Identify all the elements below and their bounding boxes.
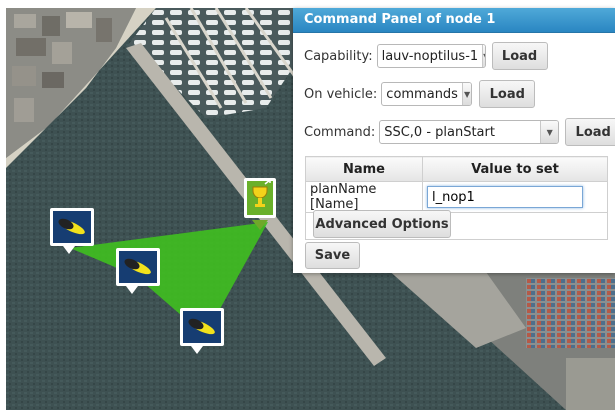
vehicle-load-button[interactable]: Load [479, 80, 536, 108]
vehicle-label: On vehicle: [304, 86, 378, 102]
port-buildings [566, 358, 615, 410]
command-load-button[interactable]: Load [565, 118, 615, 146]
chevron-down-icon[interactable]: ▼ [482, 45, 485, 67]
capability-value: lauv-noptilus-1 [381, 48, 479, 64]
vehicle-row: On vehicle: commands ▼ Load [304, 80, 536, 108]
command-panel: Command Panel of node 1 Capability: lauv… [293, 8, 615, 273]
table-header-row: Name Value to set [305, 156, 608, 182]
advanced-options-container: Advanced Options [305, 208, 608, 240]
save-button[interactable]: Save [305, 242, 360, 269]
panel-title: Command Panel of node 1 [293, 8, 615, 33]
vehicle-select[interactable]: commands ▼ [381, 82, 473, 106]
command-label: Command: [304, 124, 376, 140]
vehicle-value: commands [386, 86, 458, 102]
advanced-options-button[interactable]: Advanced Options [313, 210, 451, 238]
command-select[interactable]: SSC,0 - planStart ▼ [379, 120, 560, 144]
command-value: SSC,0 - planStart [384, 124, 495, 140]
param-value-input[interactable] [427, 186, 583, 208]
command-row: Command: SSC,0 - planStart ▼ Load [304, 118, 615, 146]
chevron-down-icon[interactable]: ▼ [461, 83, 472, 105]
value-column-header: Value to set [422, 156, 608, 182]
capability-row: Capability: lauv-noptilus-1 ▼ Load [304, 42, 548, 70]
parameters-table: Name Value to set planName [Name] [305, 156, 608, 213]
capability-label: Capability: [304, 48, 373, 64]
capability-load-button[interactable]: Load [491, 42, 548, 70]
container-yard [526, 278, 615, 348]
capability-select[interactable]: lauv-noptilus-1 ▼ [376, 44, 486, 68]
name-column-header: Name [305, 156, 423, 182]
chevron-down-icon[interactable]: ▼ [540, 121, 559, 143]
